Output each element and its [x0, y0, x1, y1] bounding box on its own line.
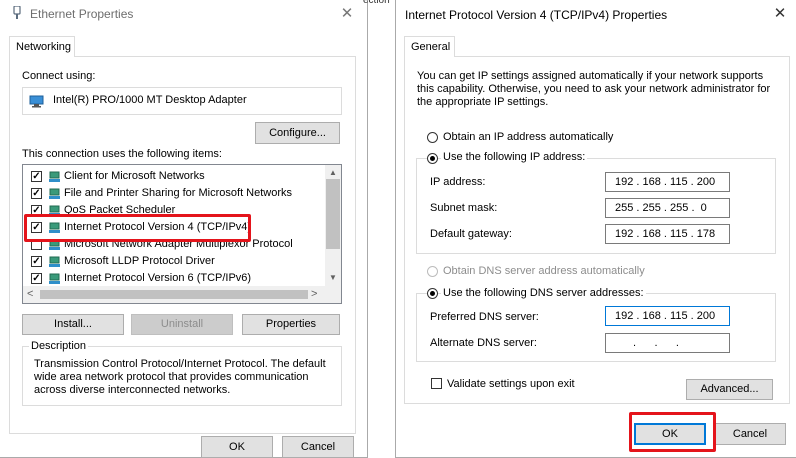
subnet-value: 255 . 255 . 255 . 0: [615, 202, 707, 214]
hscroll-thumb[interactable]: [40, 290, 308, 299]
alternate-dns-value: . . .: [630, 337, 686, 349]
validate-checkbox[interactable]: [431, 378, 442, 389]
scroll-down-icon[interactable]: ▼: [329, 273, 337, 282]
ok-highlight-box: [629, 412, 716, 452]
obtain-dns-auto-label[interactable]: Obtain DNS server address automatically: [443, 265, 645, 277]
item-label: Internet Protocol Version 6 (TCP/IPv6): [64, 272, 252, 284]
scroll-left-icon[interactable]: <: [27, 288, 33, 300]
obtain-ip-auto-label[interactable]: Obtain an IP address automatically: [443, 131, 613, 143]
item-label: Client for Microsoft Networks: [64, 170, 205, 182]
gateway-value: 192 . 168 . 115 . 178: [615, 228, 716, 240]
list-item[interactable]: ✓ Microsoft LLDP Protocol Driver: [23, 254, 323, 271]
gateway-input[interactable]: 192 . 168 . 115 . 178: [605, 224, 730, 244]
adapter-name: Intel(R) PRO/1000 MT Desktop Adapter: [53, 94, 247, 106]
gateway-label: Default gateway:: [430, 228, 512, 240]
description-text: Transmission Control Protocol/Internet P…: [34, 358, 326, 396]
ipv4-window-title: Internet Protocol Version 4 (TCP/IPv4) P…: [405, 8, 668, 22]
preferred-dns-input[interactable]: 192 . 168 . 115 . 200: [605, 306, 730, 326]
intro-text: You can get IP settings assigned automat…: [417, 70, 771, 108]
description-legend: Description: [29, 340, 89, 352]
background-text-fragment: ection: [363, 0, 390, 6]
ipv4-close-icon[interactable]: ✕: [773, 6, 787, 21]
obtain-dns-auto-radio[interactable]: [427, 266, 438, 277]
scroll-right-icon[interactable]: >: [311, 288, 317, 300]
uninstall-button[interactable]: Uninstall: [131, 314, 233, 335]
network-component-icon: [48, 171, 61, 182]
ipv4-cancel-button[interactable]: Cancel: [714, 423, 786, 445]
network-component-icon: [48, 188, 61, 199]
ethernet-window-title: Ethernet Properties: [30, 7, 134, 21]
tab-general[interactable]: General: [404, 36, 455, 57]
preferred-dns-label: Preferred DNS server:: [430, 311, 539, 323]
ethernet-cancel-button[interactable]: Cancel: [282, 436, 354, 458]
ethernet-title-icon: [12, 5, 22, 20]
adapter-icon: [29, 95, 44, 108]
properties-button[interactable]: Properties: [242, 314, 340, 335]
ip-address-label: IP address:: [430, 176, 486, 188]
adapter-field: Intel(R) PRO/1000 MT Desktop Adapter: [22, 87, 342, 115]
tab-cover-right: [405, 55, 454, 57]
alternate-dns-label: Alternate DNS server:: [430, 337, 537, 349]
use-following-dns-label[interactable]: Use the following DNS server addresses:: [441, 287, 646, 299]
items-hscrollbar[interactable]: < >: [23, 286, 341, 303]
configure-button-label: Configure...: [269, 127, 326, 139]
items-vscrollbar[interactable]: ▲ ▼: [325, 165, 341, 286]
install-button[interactable]: Install...: [22, 314, 124, 335]
ethernet-cancel-label: Cancel: [300, 441, 336, 453]
ip-address-input[interactable]: 192 . 168 . 115 . 200: [605, 172, 730, 192]
use-following-ip-label[interactable]: Use the following IP address:: [441, 151, 588, 163]
scroll-up-icon[interactable]: ▲: [329, 168, 337, 177]
ethernet-close-icon[interactable]: ✕: [340, 6, 354, 21]
ethernet-ok-label: OK: [229, 441, 245, 453]
preferred-dns-value: 192 . 168 . 115 . 200: [615, 310, 716, 322]
advanced-button-label: Advanced...: [700, 383, 759, 395]
use-following-ip-radio[interactable]: [427, 153, 438, 164]
item-label: Microsoft LLDP Protocol Driver: [64, 255, 215, 267]
item-checkbox[interactable]: ✓: [31, 188, 42, 199]
connect-using-label: Connect using:: [22, 70, 96, 82]
network-component-icon: [48, 273, 61, 284]
scroll-thumb[interactable]: [326, 179, 340, 249]
list-item[interactable]: ✓ Client for Microsoft Networks: [23, 169, 323, 186]
ipv4-cancel-label: Cancel: [732, 428, 768, 440]
use-following-dns-radio[interactable]: [427, 288, 438, 299]
item-checkbox[interactable]: ✓: [31, 256, 42, 267]
item-checkbox[interactable]: ✓: [31, 273, 42, 284]
items-label: This connection uses the following items…: [22, 148, 222, 160]
alternate-dns-input[interactable]: . . .: [605, 333, 730, 353]
network-component-icon: [48, 256, 61, 267]
configure-button[interactable]: Configure...: [255, 122, 340, 144]
properties-button-label: Properties: [265, 318, 317, 330]
subnet-label: Subnet mask:: [430, 202, 498, 214]
ethernet-ok-button[interactable]: OK: [201, 436, 273, 458]
ip-address-value: 192 . 168 . 115 . 200: [615, 176, 716, 188]
uninstall-button-label: Uninstall: [160, 318, 204, 330]
tab-cover: [10, 55, 74, 57]
item-checkbox[interactable]: ✓: [31, 171, 42, 182]
obtain-ip-auto-radio[interactable]: [427, 132, 438, 143]
list-item[interactable]: ✓ File and Printer Sharing for Microsoft …: [23, 186, 323, 203]
validate-label[interactable]: Validate settings upon exit: [447, 378, 575, 390]
install-button-label: Install...: [54, 318, 92, 330]
subnet-input[interactable]: 255 . 255 . 255 . 0: [605, 198, 730, 218]
tab-networking[interactable]: Networking: [9, 36, 75, 57]
item-label: File and Printer Sharing for Microsoft N…: [64, 187, 293, 199]
advanced-button[interactable]: Advanced...: [686, 379, 773, 400]
ipv4-highlight-box: [24, 214, 251, 242]
